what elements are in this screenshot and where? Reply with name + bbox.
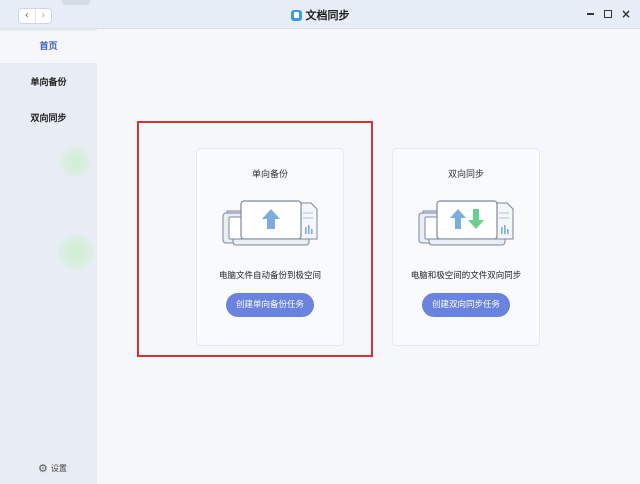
two-way-sync-card: 双向同步 电脑和极空间的文件双向同步 创建双向同步任务 [392,148,540,346]
gear-icon: ⚙ [38,462,48,475]
window-title: 文档同步 [0,7,640,23]
minimize-icon [586,13,594,15]
decorative-glow [60,147,90,177]
settings-button[interactable]: ⚙ 设置 [38,463,67,474]
app-logo-icon [290,9,302,21]
sidebar-item-home[interactable]: 首页 [0,31,97,63]
minimize-button[interactable] [584,8,596,20]
create-two-way-sync-button[interactable]: 创建双向同步任务 [422,293,510,317]
sidebar-item-one-way-backup[interactable]: 单向备份 [0,67,97,99]
maximize-button[interactable] [602,8,614,20]
app-window: ‹ › 文档同步 × 首页 单向备份 双向同步 ⚙ 设置 单向备份 电脑文件自动… [0,0,640,484]
card-title: 双向同步 [447,170,484,180]
sidebar: 首页 单向备份 双向同步 ⚙ 设置 [0,29,97,484]
title-bar: ‹ › 文档同步 × [0,0,640,29]
two-way-sync-illustration-icon [418,200,514,246]
close-button[interactable]: × [620,8,632,20]
maximize-icon [604,10,612,18]
settings-label: 设置 [50,464,67,473]
window-title-text: 文档同步 [305,9,350,22]
card-description: 电脑和极空间的文件双向同步 [410,271,522,281]
decorative-glow [58,234,94,270]
background-window-edge [62,0,90,5]
close-icon: × [620,7,632,21]
sidebar-item-two-way-sync[interactable]: 双向同步 [0,103,97,135]
highlight-box [137,121,373,357]
